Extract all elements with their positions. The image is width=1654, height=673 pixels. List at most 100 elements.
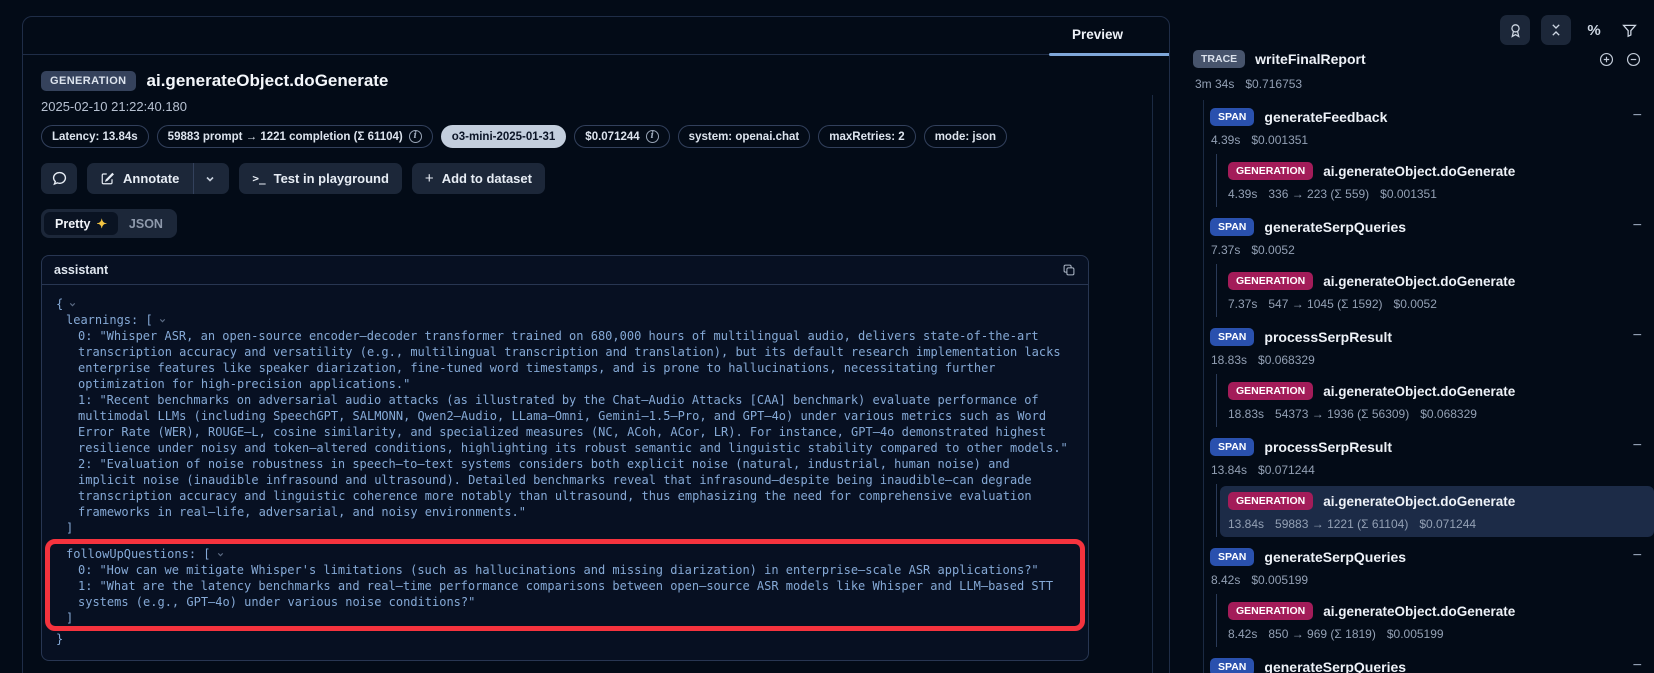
trace-root-row[interactable]: TRACE writeFinalReport bbox=[1193, 50, 1644, 68]
collapse-all-icon[interactable] bbox=[1625, 51, 1642, 68]
span-row[interactable]: SPAN generateFeedback bbox=[1210, 106, 1644, 128]
collapse-span-icon[interactable]: − bbox=[1633, 658, 1642, 673]
generation-type-badge: GENERATION bbox=[1228, 492, 1313, 510]
active-tab-underline bbox=[1049, 53, 1169, 56]
span-name: generateFeedback bbox=[1264, 109, 1387, 125]
span-cost: $0.0052 bbox=[1251, 243, 1294, 257]
cost-pill[interactable]: $0.071244 i bbox=[574, 125, 669, 148]
mode-pill: mode: json bbox=[924, 125, 1007, 148]
collapse-span-icon[interactable]: − bbox=[1633, 218, 1642, 234]
span-row[interactable]: SPAN generateSerpQueries bbox=[1210, 546, 1644, 568]
annotate-pencil-icon bbox=[100, 171, 115, 186]
span-row[interactable]: SPAN generateSerpQueries bbox=[1210, 656, 1644, 673]
generation-row[interactable]: GENERATION ai.generateObject.doGenerate … bbox=[1220, 156, 1644, 207]
add-to-dataset-button[interactable]: + Add to dataset bbox=[412, 163, 545, 194]
span-row[interactable]: SPAN processSerpResult bbox=[1210, 436, 1644, 458]
json-line[interactable]: learnings: [ bbox=[56, 312, 1074, 328]
json-array-item: 1:"Recent benchmarks on adversarial audi… bbox=[56, 392, 1074, 456]
annotate-button[interactable]: Annotate bbox=[87, 163, 229, 194]
span-block: SPAN generateFeedback − 4.39s $0.001351 … bbox=[1210, 106, 1644, 207]
max-retries-pill: maxRetries: 2 bbox=[818, 125, 915, 148]
generation-row-selected[interactable]: GENERATION ai.generateObject.doGenerate … bbox=[1220, 486, 1654, 537]
generation-duration: 7.37s bbox=[1228, 297, 1257, 311]
collapse-span-icon[interactable]: − bbox=[1633, 548, 1642, 564]
chevron-down-icon[interactable] bbox=[204, 173, 216, 185]
span-name: generateSerpQueries bbox=[1264, 659, 1406, 673]
output-code-card: assistant { learnings: [ 0:"Whisper ASR,… bbox=[41, 255, 1089, 661]
comment-button[interactable] bbox=[41, 163, 77, 194]
span-cost: $0.071244 bbox=[1258, 463, 1315, 477]
span-type-badge: SPAN bbox=[1210, 438, 1254, 456]
generation-tokens: 336 → 223 (Σ 559) bbox=[1268, 187, 1369, 201]
span-type-badge: SPAN bbox=[1210, 658, 1254, 673]
observation-detail-panel: Preview GENERATION ai.generateObject.doG… bbox=[22, 16, 1170, 673]
generation-name: ai.generateObject.doGenerate bbox=[1323, 604, 1515, 619]
observation-type-badge: GENERATION bbox=[41, 71, 136, 91]
span-name: generateSerpQueries bbox=[1264, 219, 1406, 235]
generation-cost: $0.071244 bbox=[1419, 517, 1476, 531]
generation-duration: 8.42s bbox=[1228, 627, 1257, 641]
latency-pill[interactable]: Latency: 13.84s bbox=[41, 125, 149, 148]
percent-icon: % bbox=[1587, 22, 1600, 39]
generation-tokens: 547 → 1045 (Σ 1592) bbox=[1268, 297, 1382, 311]
generation-row[interactable]: GENERATION ai.generateObject.doGenerate … bbox=[1220, 596, 1644, 647]
tab-preview[interactable]: Preview bbox=[1056, 17, 1169, 54]
json-line: ] bbox=[56, 610, 1074, 626]
generation-row[interactable]: GENERATION ai.generateObject.doGenerate … bbox=[1220, 266, 1644, 317]
message-role-label: assistant bbox=[54, 263, 108, 277]
expand-all-icon[interactable] bbox=[1598, 51, 1615, 68]
span-type-badge: SPAN bbox=[1210, 108, 1254, 126]
annotate-button-label: Annotate bbox=[123, 171, 179, 186]
span-row[interactable]: SPAN generateSerpQueries bbox=[1210, 216, 1644, 238]
trace-tree-panel: TRACE writeFinalReport 3m 34s $0.716753 … bbox=[1193, 50, 1644, 673]
json-array-item: 0:"How can we mitigate Whisper's limitat… bbox=[56, 562, 1074, 578]
collapse-vertical-icon bbox=[1548, 22, 1564, 38]
tab-strip: Preview bbox=[23, 17, 1169, 55]
info-icon: i bbox=[646, 130, 659, 143]
json-array-item: 2:"Evaluation of noise robustness in spe… bbox=[56, 456, 1074, 520]
generation-row[interactable]: GENERATION ai.generateObject.doGenerate … bbox=[1220, 376, 1644, 427]
annotation-award-button[interactable] bbox=[1500, 15, 1530, 45]
collapse-span-icon[interactable]: − bbox=[1633, 328, 1642, 344]
generation-type-badge: GENERATION bbox=[1228, 602, 1313, 620]
sparkles-icon: ✦ bbox=[96, 216, 106, 231]
output-json-pretty: { learnings: [ 0:"Whisper ASR, an open-s… bbox=[42, 285, 1088, 660]
model-pill[interactable]: o3-mini-2025-01-31 bbox=[441, 125, 567, 148]
test-in-playground-button[interactable]: >_ Test in playground bbox=[239, 163, 402, 194]
copy-icon[interactable] bbox=[1062, 263, 1076, 277]
chevron-down-icon bbox=[216, 550, 225, 559]
observation-timestamp: 2025-02-10 21:22:40.180 bbox=[41, 99, 1169, 114]
generation-type-badge: GENERATION bbox=[1228, 162, 1313, 180]
toggle-pretty-label: Pretty bbox=[55, 217, 90, 231]
trace-toolbar: % bbox=[1500, 15, 1641, 45]
span-duration: 4.39s bbox=[1211, 133, 1240, 147]
json-line[interactable]: followUpQuestions: [ bbox=[56, 546, 1074, 562]
json-line: } bbox=[56, 631, 1074, 647]
span-cost: $0.001351 bbox=[1251, 133, 1308, 147]
comment-icon bbox=[51, 170, 68, 187]
span-block: SPAN generateSerpQueries − 7.37s $0.0052… bbox=[1210, 216, 1644, 317]
output-view-toggle: Pretty ✦ JSON bbox=[41, 209, 177, 238]
span-cost: $0.005199 bbox=[1251, 573, 1308, 587]
percent-toggle-button[interactable]: % bbox=[1582, 15, 1606, 45]
span-row[interactable]: SPAN processSerpResult bbox=[1210, 326, 1644, 348]
add-to-dataset-label: Add to dataset bbox=[442, 171, 532, 186]
span-block: SPAN processSerpResult − 18.83s $0.06832… bbox=[1210, 326, 1644, 427]
page-title: ai.generateObject.doGenerate bbox=[147, 71, 389, 91]
json-line[interactable]: { bbox=[56, 296, 1074, 312]
tokens-pill[interactable]: 59883 prompt → 1221 completion (Σ 61104)… bbox=[157, 125, 433, 148]
span-name: processSerpResult bbox=[1264, 439, 1392, 455]
generation-tokens: 850 → 969 (Σ 1819) bbox=[1268, 627, 1375, 641]
cost-pill-label: $0.071244 bbox=[585, 131, 639, 143]
span-block: SPAN generateSerpQueries − bbox=[1210, 656, 1644, 673]
toggle-json[interactable]: JSON bbox=[118, 213, 174, 235]
collapse-span-icon[interactable]: − bbox=[1633, 438, 1642, 454]
collapse-span-icon[interactable]: − bbox=[1633, 108, 1642, 124]
trace-duration: 3m 34s bbox=[1195, 77, 1234, 91]
tokens-pill-label: 59883 prompt → 1221 completion (Σ 61104) bbox=[168, 131, 403, 143]
span-block: SPAN processSerpResult − 13.84s $0.07124… bbox=[1210, 436, 1644, 537]
collapse-vertical-button[interactable] bbox=[1541, 15, 1571, 45]
generation-duration: 4.39s bbox=[1228, 187, 1257, 201]
filter-button[interactable] bbox=[1617, 15, 1641, 45]
toggle-pretty[interactable]: Pretty ✦ bbox=[44, 212, 118, 235]
